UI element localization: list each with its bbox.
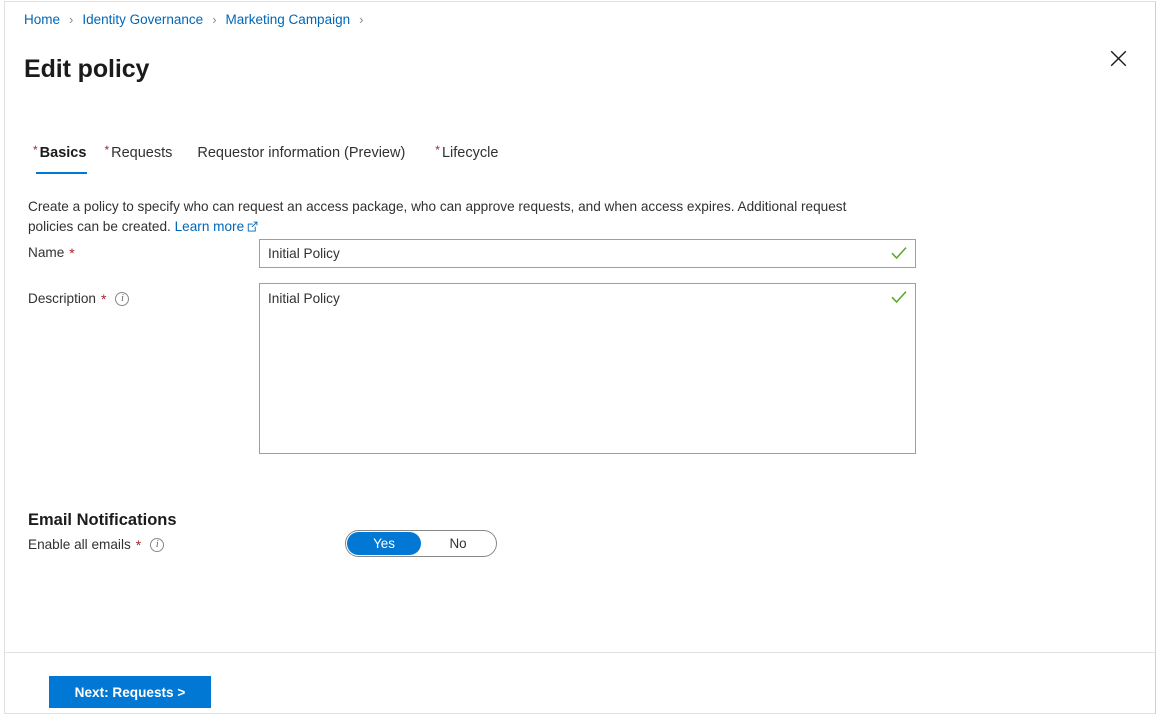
close-icon [1110, 50, 1127, 70]
tab-lifecycle-label: Lifecycle [441, 145, 499, 161]
tab-basics[interactable]: * Basics [24, 139, 95, 174]
next-requests-button[interactable]: Next: Requests > [49, 676, 211, 708]
info-icon[interactable]: i [150, 537, 165, 552]
required-asterisk: * [101, 290, 107, 307]
tab-list: * Basics * Requests Requestor informatio… [24, 135, 507, 174]
tab-requestor-information-label: Requestor information (Preview) [197, 145, 406, 161]
breadcrumb-item-identity-governance[interactable]: Identity Governance [82, 12, 203, 27]
required-asterisk: * [435, 143, 440, 157]
breadcrumb-separator: › [69, 12, 74, 27]
name-field-label: Name * [28, 245, 75, 260]
tab-basics-label: Basics [39, 145, 87, 161]
close-button[interactable] [1102, 44, 1134, 76]
page-title: Edit policy [24, 54, 150, 83]
edit-policy-blade: Home › Identity Governance › Marketing C… [4, 1, 1156, 714]
name-label-text: Name [28, 245, 65, 260]
breadcrumb-separator: › [359, 12, 364, 27]
breadcrumb-item-home[interactable]: Home [24, 12, 60, 27]
description-label-text: Description [28, 291, 96, 306]
tab-requests[interactable]: * Requests [95, 139, 181, 167]
learn-more-link[interactable]: Learn more [175, 219, 245, 234]
enable-all-emails-label-text: Enable all emails [28, 537, 131, 552]
name-input[interactable] [259, 239, 916, 268]
enable-all-emails-label: Enable all emails * i [28, 536, 165, 553]
tab-requests-label: Requests [111, 145, 173, 161]
footer-divider [5, 652, 1155, 653]
description-field-label: Description * i [28, 290, 130, 307]
required-asterisk: * [33, 143, 38, 157]
description-textarea[interactable] [259, 283, 916, 454]
breadcrumb-item-marketing-campaign[interactable]: Marketing Campaign [226, 12, 351, 27]
tab-active-underline [36, 172, 88, 174]
email-notifications-heading: Email Notifications [28, 510, 177, 529]
breadcrumb-separator: › [212, 12, 217, 27]
tab-lifecycle[interactable]: * Lifecycle [421, 139, 507, 167]
external-link-icon [247, 218, 258, 238]
enable-all-emails-toggle[interactable]: Yes No [345, 530, 497, 557]
required-asterisk: * [104, 143, 110, 157]
tab-requestor-information[interactable]: Requestor information (Preview) [181, 139, 421, 167]
toggle-option-no[interactable]: No [421, 532, 495, 555]
intro-description: Create a policy to specify who can reque… [28, 198, 847, 234]
intro-text: Create a policy to specify who can reque… [28, 197, 873, 238]
learn-more-label: Learn more [174, 218, 245, 234]
breadcrumb: Home › Identity Governance › Marketing C… [24, 9, 372, 30]
toggle-option-yes[interactable]: Yes [347, 532, 421, 555]
required-asterisk: * [135, 536, 142, 553]
info-icon[interactable]: i [115, 291, 130, 306]
required-asterisk: * [69, 244, 75, 261]
